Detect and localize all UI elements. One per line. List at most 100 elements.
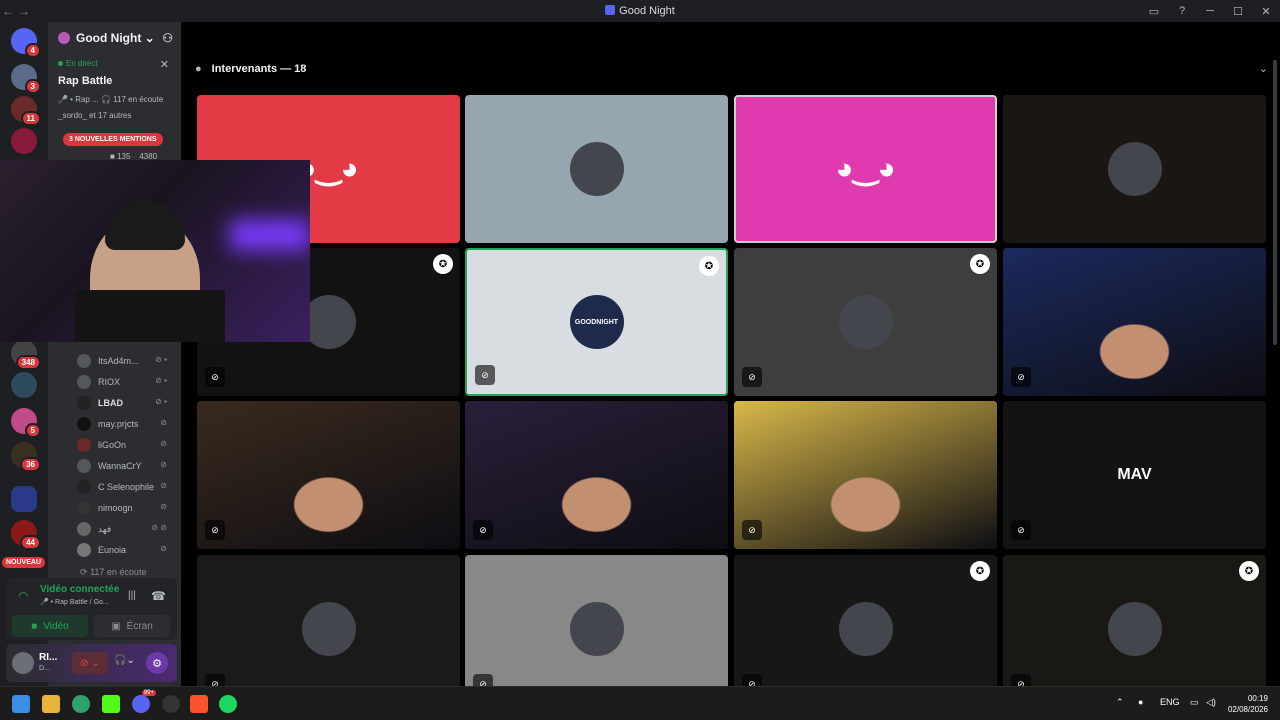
speaker-tile[interactable]: ✪ ⊘: [734, 555, 997, 703]
muted-icon: ⊘: [205, 367, 225, 387]
forward-arrow-icon[interactable]: →: [16, 4, 32, 18]
camera-feed: [197, 401, 460, 549]
soundboard-icon[interactable]: |||: [128, 590, 136, 601]
muted-icon: ⊘: [160, 481, 167, 490]
server-header[interactable]: Good Night ⌄ ⚇: [48, 22, 181, 54]
member-row[interactable]: WannaCrY ⊘: [77, 457, 177, 475]
minimize-button[interactable]: ─: [1196, 5, 1224, 17]
moderator-badge-icon: ✪: [433, 254, 453, 274]
voice-channel[interactable]: 🎤 • Rap Battle / Go...: [40, 598, 109, 606]
member-row[interactable]: فهد ⊘ ⊘: [77, 520, 177, 538]
muted-icon: ⊘: [160, 544, 167, 553]
chevron-up-icon[interactable]: ⌃: [1116, 697, 1124, 708]
user-panel: RI... D... ⊘ ⌄ 🎧⌄ ⚙: [6, 644, 177, 682]
discord-home-icon[interactable]: 4: [11, 28, 41, 58]
voice-connected-panel: ◠ Vidéo connectée 🎤 • Rap Battle / Go...…: [6, 578, 177, 640]
stage-name[interactable]: Rap Battle: [58, 75, 112, 87]
muted-icon: ⊘: [1011, 367, 1031, 387]
video-button[interactable]: ■ Vidéo: [12, 615, 88, 637]
muted-icon: ⊘ ▪: [155, 355, 167, 364]
close-icon[interactable]: ✕: [160, 58, 169, 71]
speaker-tile[interactable]: MAV ⊘: [1003, 401, 1266, 549]
speaker-tile[interactable]: [1003, 95, 1266, 243]
mic-icon: ●: [195, 63, 202, 75]
screen-share-button[interactable]: ▣ Écran: [94, 615, 170, 637]
member-row[interactable]: liGoOn ⊘: [77, 436, 177, 454]
edge-icon[interactable]: [72, 695, 90, 713]
speaker-tile[interactable]: ⊘: [197, 401, 460, 549]
server-icon[interactable]: 3: [11, 64, 41, 94]
muted-icon: ⊘: [475, 365, 495, 385]
file-explorer-icon[interactable]: [42, 695, 60, 713]
discord-icon[interactable]: 99+: [132, 690, 156, 713]
server-icon[interactable]: 44: [11, 520, 41, 550]
server-icon[interactable]: 5: [11, 408, 41, 438]
speaker-tile[interactable]: ⊘: [734, 401, 997, 549]
inbox-icon[interactable]: ▭: [1140, 5, 1168, 18]
volume-icon[interactable]: ◁): [1206, 697, 1216, 708]
username[interactable]: RI...: [39, 652, 57, 663]
server-icon[interactable]: [11, 372, 37, 398]
muted-icon: ⊘ ▪: [155, 397, 167, 406]
add-member-icon[interactable]: ⚇: [162, 31, 173, 45]
speakers-header: ● Intervenants — 18: [195, 63, 307, 75]
member-row[interactable]: ItsAd4m... ⊘ ▪: [77, 352, 177, 370]
muted-icon: ⊘: [205, 520, 225, 540]
mute-button[interactable]: ⊘ ⌄: [72, 652, 108, 674]
voice-status[interactable]: Vidéo connectée: [40, 584, 119, 595]
server-icon[interactable]: 36: [11, 442, 41, 472]
server-icon[interactable]: [11, 128, 37, 154]
server-icon[interactable]: 348: [11, 340, 41, 370]
clock[interactable]: 00:19 02/08/2026: [1228, 693, 1268, 715]
gear-icon[interactable]: ⚙: [146, 652, 168, 674]
chevron-down-icon[interactable]: ⌄: [1259, 62, 1268, 75]
new-mentions-banner[interactable]: 3 NOUVELLES MENTIONS: [63, 133, 163, 146]
network-icon[interactable]: ▭: [1190, 697, 1199, 708]
back-arrow-icon[interactable]: ←: [0, 4, 16, 18]
speaker-tile[interactable]: GOODNIGHT ✪ ⊘: [465, 248, 728, 396]
speaker-tile[interactable]: ✪ ⊘: [734, 248, 997, 396]
speaker-tile[interactable]: ✪ ⊘: [1003, 555, 1266, 703]
member-row[interactable]: RIOX ⊘ ▪: [77, 373, 177, 391]
avatar: [77, 417, 91, 431]
server-icon[interactable]: 11: [11, 96, 41, 126]
disconnect-icon[interactable]: ☎: [151, 589, 166, 603]
member-row[interactable]: may.prjcts ⊘: [77, 415, 177, 433]
member-row[interactable]: LBAD ⊘ ▪: [77, 394, 177, 412]
camera-overlay: [0, 160, 310, 342]
shirt-image: [75, 290, 225, 342]
speaker-tile[interactable]: ◕‿◕: [734, 95, 997, 243]
member-row[interactable]: C Selenophile ⊘: [77, 478, 177, 496]
mic-icon[interactable]: ●: [1138, 697, 1143, 707]
avatar[interactable]: [12, 652, 34, 674]
muted-icon: ⊘: [160, 418, 167, 427]
help-icon[interactable]: ?: [1168, 5, 1196, 17]
app-icon[interactable]: [162, 695, 180, 713]
kick-icon[interactable]: [102, 695, 120, 713]
windows-start-icon[interactable]: [12, 695, 30, 713]
scrollbar[interactable]: [1273, 60, 1277, 345]
avatar: [569, 142, 624, 196]
speaker-tile[interactable]: ⊘: [465, 401, 728, 549]
close-button[interactable]: ✕: [1252, 5, 1280, 18]
spotify-icon[interactable]: [219, 695, 237, 713]
speaker-tile[interactable]: ⊘: [197, 555, 460, 703]
speaker-tile[interactable]: ⊘: [1003, 248, 1266, 396]
speaker-tile[interactable]: ⊘: [465, 555, 728, 703]
avatar: [1107, 602, 1162, 656]
member-row[interactable]: Eunoia ⊘: [77, 541, 177, 559]
language-indicator[interactable]: ENG: [1160, 697, 1180, 707]
server-icon: [58, 32, 70, 44]
listener-count: ⟳ 117 en écoute: [80, 567, 147, 577]
moderator-badge-icon: ✪: [699, 256, 719, 276]
server-icon: [605, 5, 616, 15]
avatar: [301, 602, 356, 656]
brave-icon[interactable]: [190, 695, 208, 713]
folder-icon[interactable]: [11, 486, 37, 512]
headphones-button[interactable]: 🎧⌄: [114, 655, 135, 666]
maximize-button[interactable]: ☐: [1224, 5, 1252, 18]
member-row[interactable]: nimoogn ⊘: [77, 499, 177, 517]
avatar: [77, 501, 91, 515]
muted-icon: ⊘: [473, 520, 493, 540]
speaker-tile[interactable]: [465, 95, 728, 243]
